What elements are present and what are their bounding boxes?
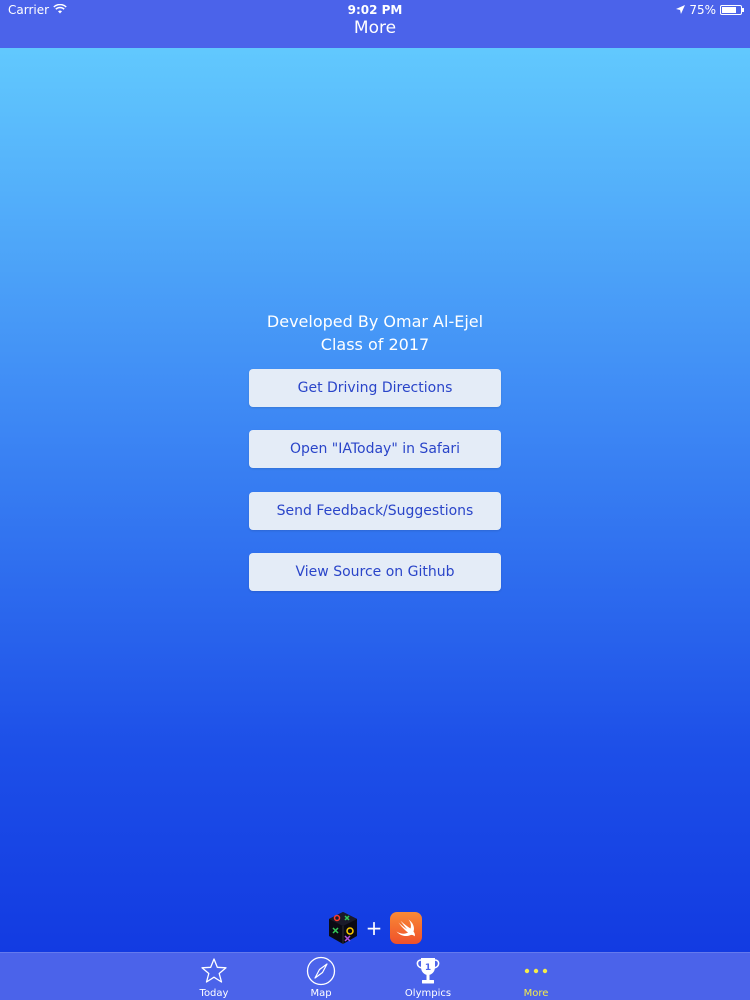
status-right: 75% <box>676 3 744 17</box>
top-bar: Carrier 9:02 PM 75% More <box>0 0 750 48</box>
send-feedback-button[interactable]: Send Feedback/Suggestions <box>249 492 501 530</box>
status-time: 9:02 PM <box>347 3 403 17</box>
swift-logo-icon <box>390 912 423 944</box>
tab-label-more: More <box>523 988 549 999</box>
battery-percent: 75% <box>689 3 716 17</box>
more-dots-icon <box>521 956 551 986</box>
tech-logos: + <box>0 910 750 946</box>
plus-sign: + <box>365 916 383 940</box>
location-arrow-icon <box>676 3 686 17</box>
tab-today[interactable]: Today <box>174 956 254 1000</box>
tab-label-olympics: Olympics <box>404 988 452 999</box>
tab-more[interactable]: More <box>496 956 576 1000</box>
tab-map[interactable]: Map <box>281 956 361 1000</box>
view-source-button[interactable]: View Source on Github <box>249 553 501 591</box>
driving-directions-button[interactable]: Get Driving Directions <box>249 369 501 407</box>
tab-olympics[interactable]: 1 Olympics <box>388 956 468 1000</box>
svg-text:1: 1 <box>425 963 431 973</box>
page-title: More <box>353 18 397 38</box>
class-year: Class of 2017 <box>320 335 430 354</box>
cube-logo-icon <box>328 911 358 945</box>
trophy-icon: 1 <box>413 956 443 986</box>
credits: Developed By Omar Al-Ejel Class of 2017 <box>0 310 750 356</box>
tab-bar: Today Map 1 Olympics More <box>0 952 750 1000</box>
star-icon <box>199 956 229 986</box>
developer-credit: Developed By Omar Al-Ejel <box>266 312 484 331</box>
tab-label-map: Map <box>310 988 332 999</box>
open-in-safari-button[interactable]: Open "IAToday" in Safari <box>249 430 501 468</box>
more-screen: Carrier 9:02 PM 75% More Developed By Om… <box>0 0 750 1000</box>
compass-icon <box>306 956 336 986</box>
tab-label-today: Today <box>199 988 229 999</box>
battery-icon <box>720 5 744 15</box>
battery-fill <box>722 7 736 13</box>
